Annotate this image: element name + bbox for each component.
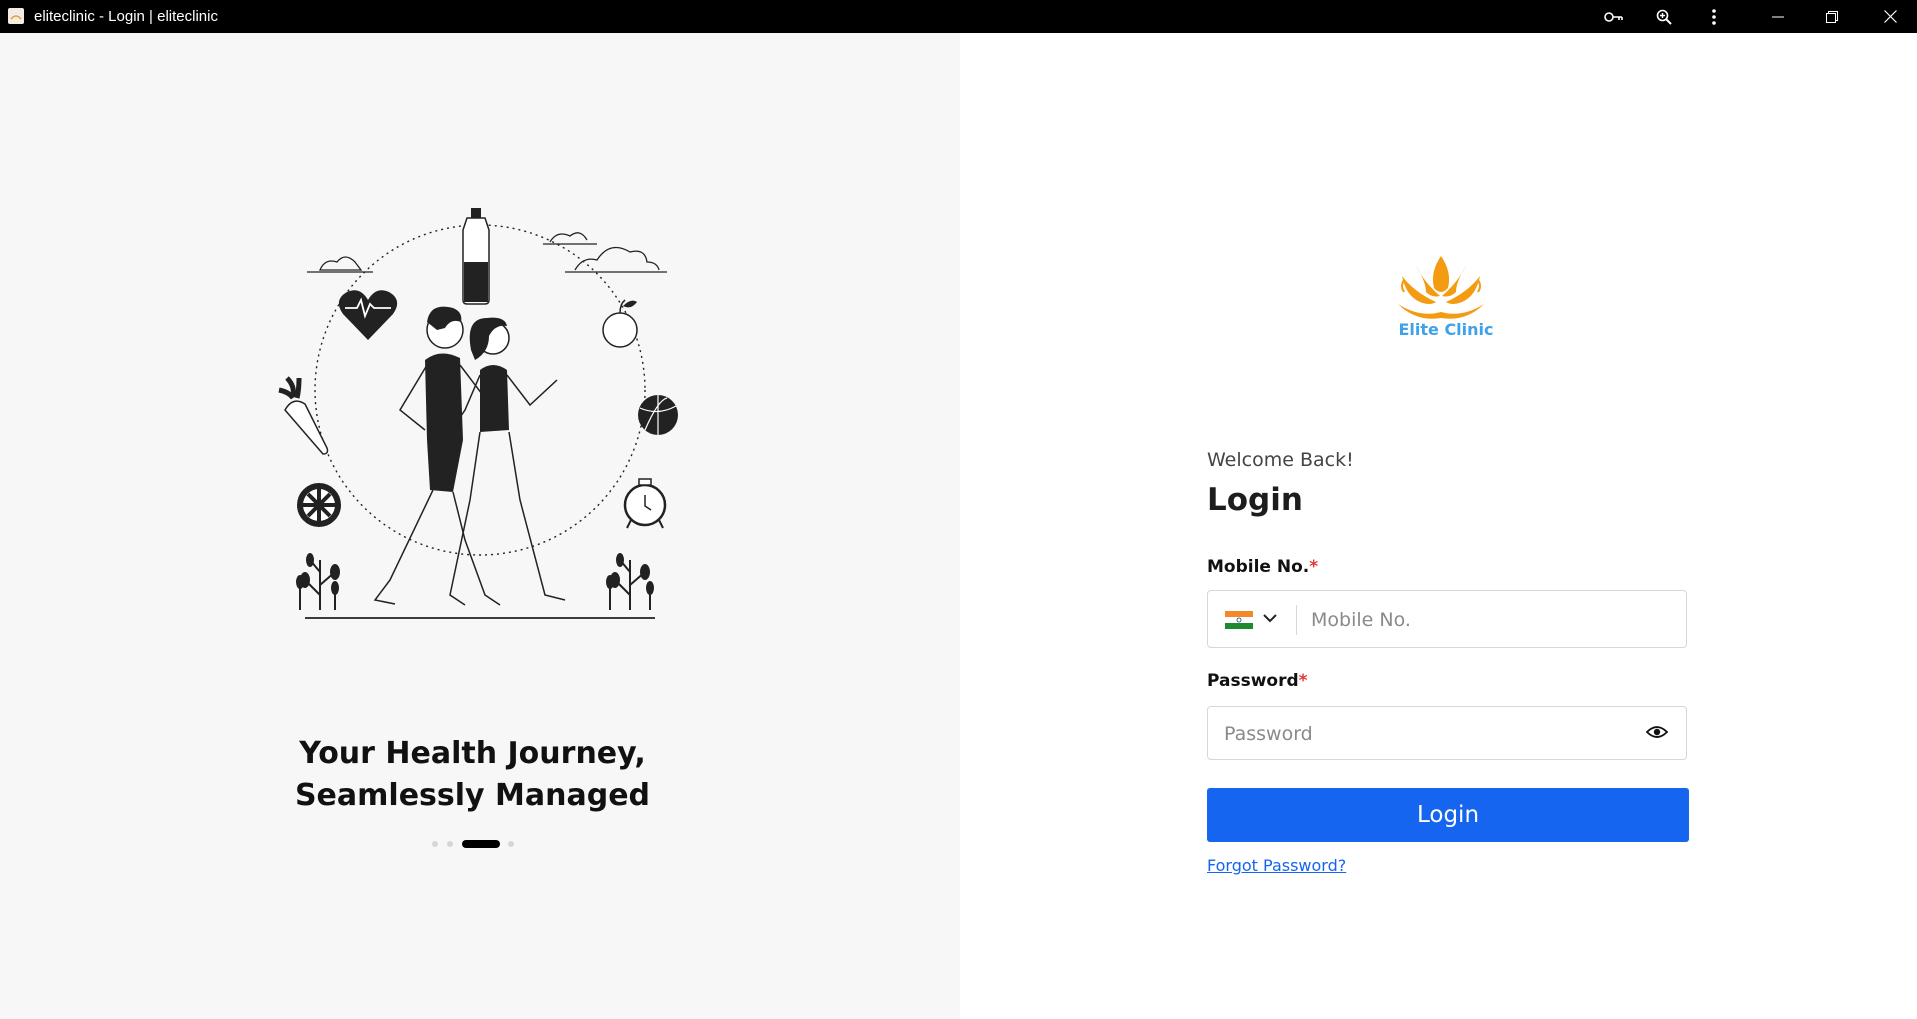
close-icon[interactable] [1874,0,1906,33]
country-separator [1296,605,1297,635]
hero-headline: Your Health Journey, Seamlessly Managed [180,733,765,817]
password-label-text: Password [1207,671,1299,691]
more-vertical-icon[interactable] [1700,0,1728,33]
mobile-label: Mobile No.* [1207,557,1318,577]
zoom-icon[interactable] [1650,0,1678,33]
password-field [1207,706,1687,760]
restore-icon[interactable] [1816,0,1848,33]
window-title-bar: eliteclinic - Login | eliteclinic [0,0,1917,33]
india-flag-icon[interactable] [1225,611,1253,629]
mobile-field [1207,590,1687,648]
chevron-down-icon[interactable] [1263,613,1277,623]
minimize-icon[interactable] [1762,0,1794,33]
login-panel [960,33,1917,1019]
password-input[interactable] [1224,720,1624,748]
carousel-dot[interactable] [432,841,438,847]
login-button[interactable]: Login [1207,788,1689,842]
app-icon [8,8,24,24]
carousel-dot[interactable] [447,841,453,847]
page-title: Login [1207,482,1303,518]
walking-couple-illustration [278,208,678,619]
required-mark: * [1298,671,1308,691]
hero-headline-line-2: Seamlessly Managed [294,778,651,813]
hero-headline-line-1: Your Health Journey, [299,736,646,771]
required-mark: * [1309,557,1319,577]
welcome-text: Welcome Back! [1207,449,1354,471]
carousel-dot-active[interactable] [462,840,500,848]
carousel-dot[interactable] [508,841,514,847]
forgot-password-link[interactable]: Forgot Password? [1207,856,1346,875]
password-label: Password* [1207,671,1308,691]
key-icon[interactable] [1600,0,1628,33]
window-title: eliteclinic - Login | eliteclinic [34,8,218,25]
eye-icon[interactable] [1646,724,1668,740]
mobile-input[interactable] [1311,606,1671,634]
mobile-label-text: Mobile No. [1207,557,1310,577]
carousel-dots [432,839,514,848]
brand-name: Elite Clinic [1398,320,1494,339]
